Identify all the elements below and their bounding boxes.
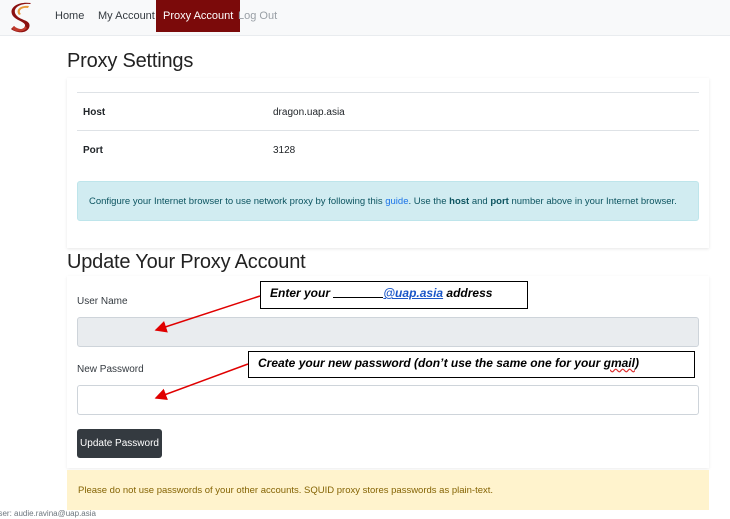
nav-log-out[interactable]: Log Out xyxy=(231,0,284,32)
host-label: Host xyxy=(83,107,106,118)
username-label: User Name xyxy=(77,296,128,307)
proxy-info-alert: Configure your Internet browser to use n… xyxy=(77,181,699,221)
port-value: 3128 xyxy=(273,145,296,156)
password-instruction-callout: Create your new password (don’t use the … xyxy=(248,351,695,378)
proxy-settings-card: Host dragon.uap.asia Port 3128 Configure… xyxy=(67,78,709,248)
nav-home[interactable]: Home xyxy=(48,0,91,32)
host-value: dragon.uap.asia xyxy=(273,107,345,118)
update-account-title: Update Your Proxy Account xyxy=(67,251,306,273)
username-input[interactable] xyxy=(77,317,699,347)
plaintext-warning-alert: Please do not use passwords of your othe… xyxy=(67,470,709,510)
blank-underline xyxy=(333,297,384,298)
brand-logo-icon[interactable] xyxy=(8,2,36,35)
info-text-mid: . Use the xyxy=(408,196,450,207)
username-instruction-callout: Enter your @uap.asia address xyxy=(260,281,528,309)
nav-my-account[interactable]: My Account xyxy=(91,0,162,32)
callout1-prefix: Enter your xyxy=(270,286,334,300)
table-row: Host dragon.uap.asia xyxy=(77,92,699,130)
info-port-word: port xyxy=(490,196,509,207)
callout2-gmail: gmail xyxy=(603,356,635,370)
guide-link[interactable]: guide xyxy=(385,196,408,207)
update-password-button[interactable]: Update Password xyxy=(77,429,162,458)
info-text-mid2: and xyxy=(469,196,491,207)
callout2-suffix: ) xyxy=(634,356,639,370)
port-label: Port xyxy=(83,145,103,156)
table-row: Port 3128 xyxy=(77,130,699,168)
info-text-suffix: number above in your Internet browser. xyxy=(508,196,677,207)
callout2-prefix: Create your new password (don’t use the … xyxy=(258,356,604,370)
nav-proxy-account[interactable]: Proxy Account xyxy=(156,0,241,32)
callout1-suffix: address xyxy=(443,286,493,300)
callout1-domain: @uap.asia xyxy=(383,286,444,300)
info-host-word: host xyxy=(449,196,470,207)
page: Home My Account Proxy Account Log Out Pr… xyxy=(0,0,730,519)
footer-user-note: user: audie.ravina@uap.asia xyxy=(0,509,96,518)
navbar: Home My Account Proxy Account Log Out xyxy=(0,0,730,36)
new-password-label: New Password xyxy=(77,364,144,375)
new-password-input[interactable] xyxy=(77,385,699,415)
info-text-prefix: Configure your Internet browser to use n… xyxy=(89,196,386,207)
proxy-settings-title: Proxy Settings xyxy=(67,50,194,72)
